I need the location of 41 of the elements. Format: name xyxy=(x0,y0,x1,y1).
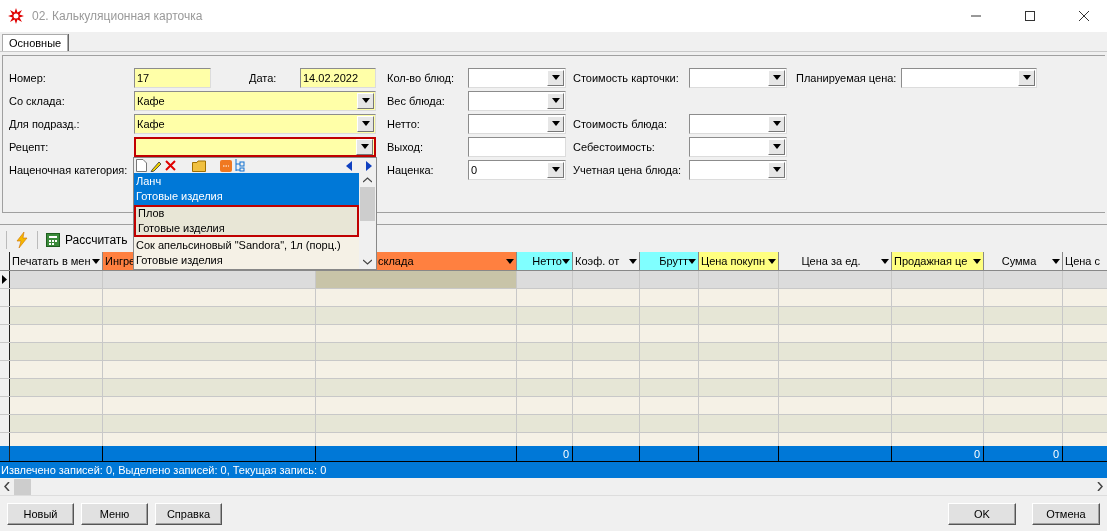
combo-field[interactable]: Кафе xyxy=(134,90,376,111)
field-label: Себестоимость: xyxy=(573,140,656,153)
field-label: Кол-во блюд: xyxy=(387,71,455,84)
list-item[interactable]: Ланч Готовые изделия xyxy=(134,173,359,205)
calculate-button[interactable]: Рассчитать xyxy=(44,231,130,249)
dialog-button[interactable]: OK xyxy=(948,502,1016,525)
field-label: Планируемая цена: xyxy=(796,71,898,84)
tab[interactable]: Основные xyxy=(2,34,69,51)
column-header[interactable]: Коэф. от xyxy=(573,252,640,270)
field-label: Дата: xyxy=(249,71,278,84)
field-label: Стоимость блюда: xyxy=(573,117,668,130)
field-label: Наценка: xyxy=(387,163,435,176)
dialog-button[interactable]: Отмена xyxy=(1032,502,1100,525)
field-label: Номер: xyxy=(9,71,47,84)
field-label: Выход: xyxy=(387,140,424,153)
column-header[interactable]: Продажная це xyxy=(892,252,984,270)
window-title: 02. Калькуляционная карточка xyxy=(32,9,204,23)
date-field[interactable]: 14.02.2022 xyxy=(300,67,376,88)
field-label: Наценочная категория: xyxy=(9,163,129,176)
column-total: 0 xyxy=(562,447,569,460)
field-label: Для подразд.: xyxy=(9,117,81,130)
combo-field[interactable]: 0 xyxy=(468,159,566,180)
number-field[interactable]: 17 xyxy=(134,67,211,88)
status-bar: Извлечено записей: 0, Выделено записей: 0, Текущая запись: 0 xyxy=(0,462,1107,478)
column-header[interactable]: Нетто xyxy=(517,252,573,270)
column-header[interactable]: Брутт xyxy=(640,252,699,270)
dialog-button[interactable]: Справка xyxy=(155,502,222,525)
dialog-button[interactable]: Меню xyxy=(81,502,148,525)
column-total: 0 xyxy=(973,447,980,460)
column-header[interactable]: Цена покупн xyxy=(699,252,779,270)
field-label: Вес блюда: xyxy=(387,94,446,107)
field-label: Стоимость карточки: xyxy=(573,71,680,84)
column-total: 0 xyxy=(1052,447,1059,460)
field-label: Со склада: xyxy=(9,94,66,107)
field-label: Учетная цена блюда: xyxy=(573,163,683,176)
field-label: Рецепт: xyxy=(9,140,50,153)
dialog-button[interactable]: Новый xyxy=(7,502,74,525)
list-item[interactable]: Плов Готовые изделия xyxy=(134,205,359,237)
combo-field[interactable]: Кафе xyxy=(134,113,376,134)
field-label: Нетто: xyxy=(387,117,421,130)
column-header[interactable]: Печатать в мен xyxy=(10,252,103,270)
